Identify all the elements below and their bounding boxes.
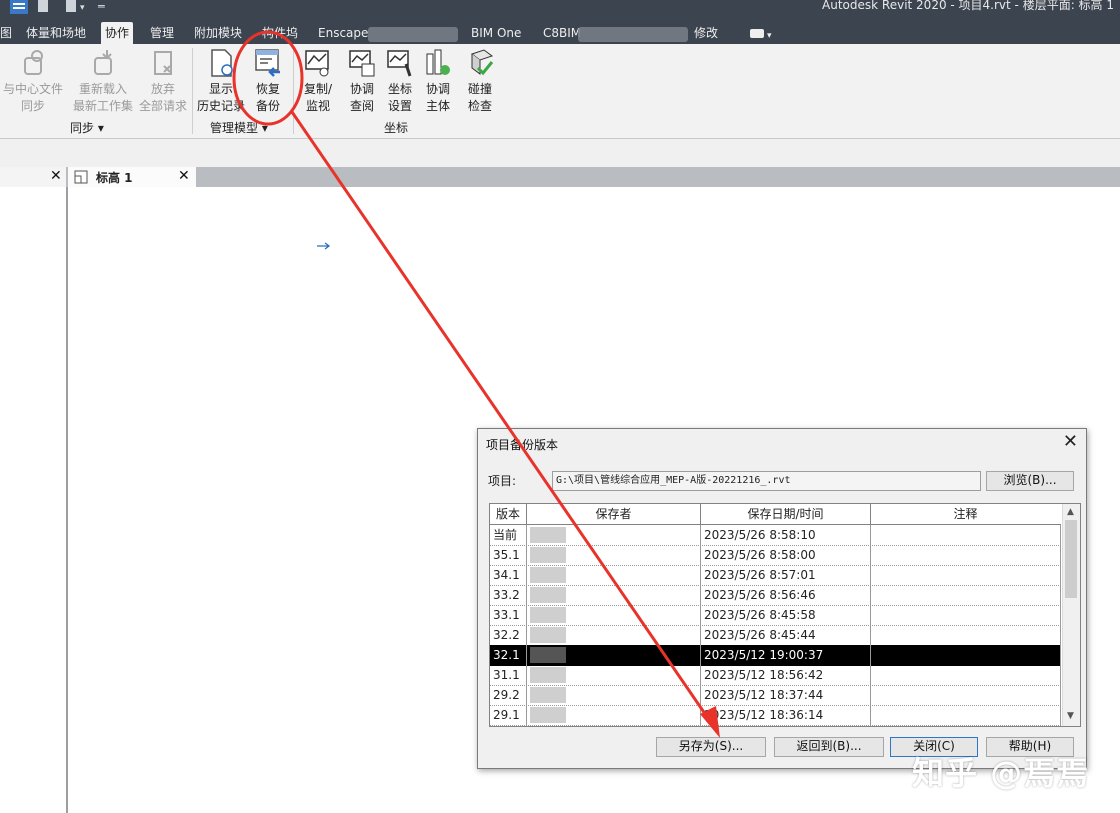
annotation-arrow [290, 111, 714, 725]
annotation-overlay [232, 30, 720, 738]
watermark: 知乎 @焉焉 [912, 754, 1090, 792]
annotation-circle [232, 30, 304, 126]
